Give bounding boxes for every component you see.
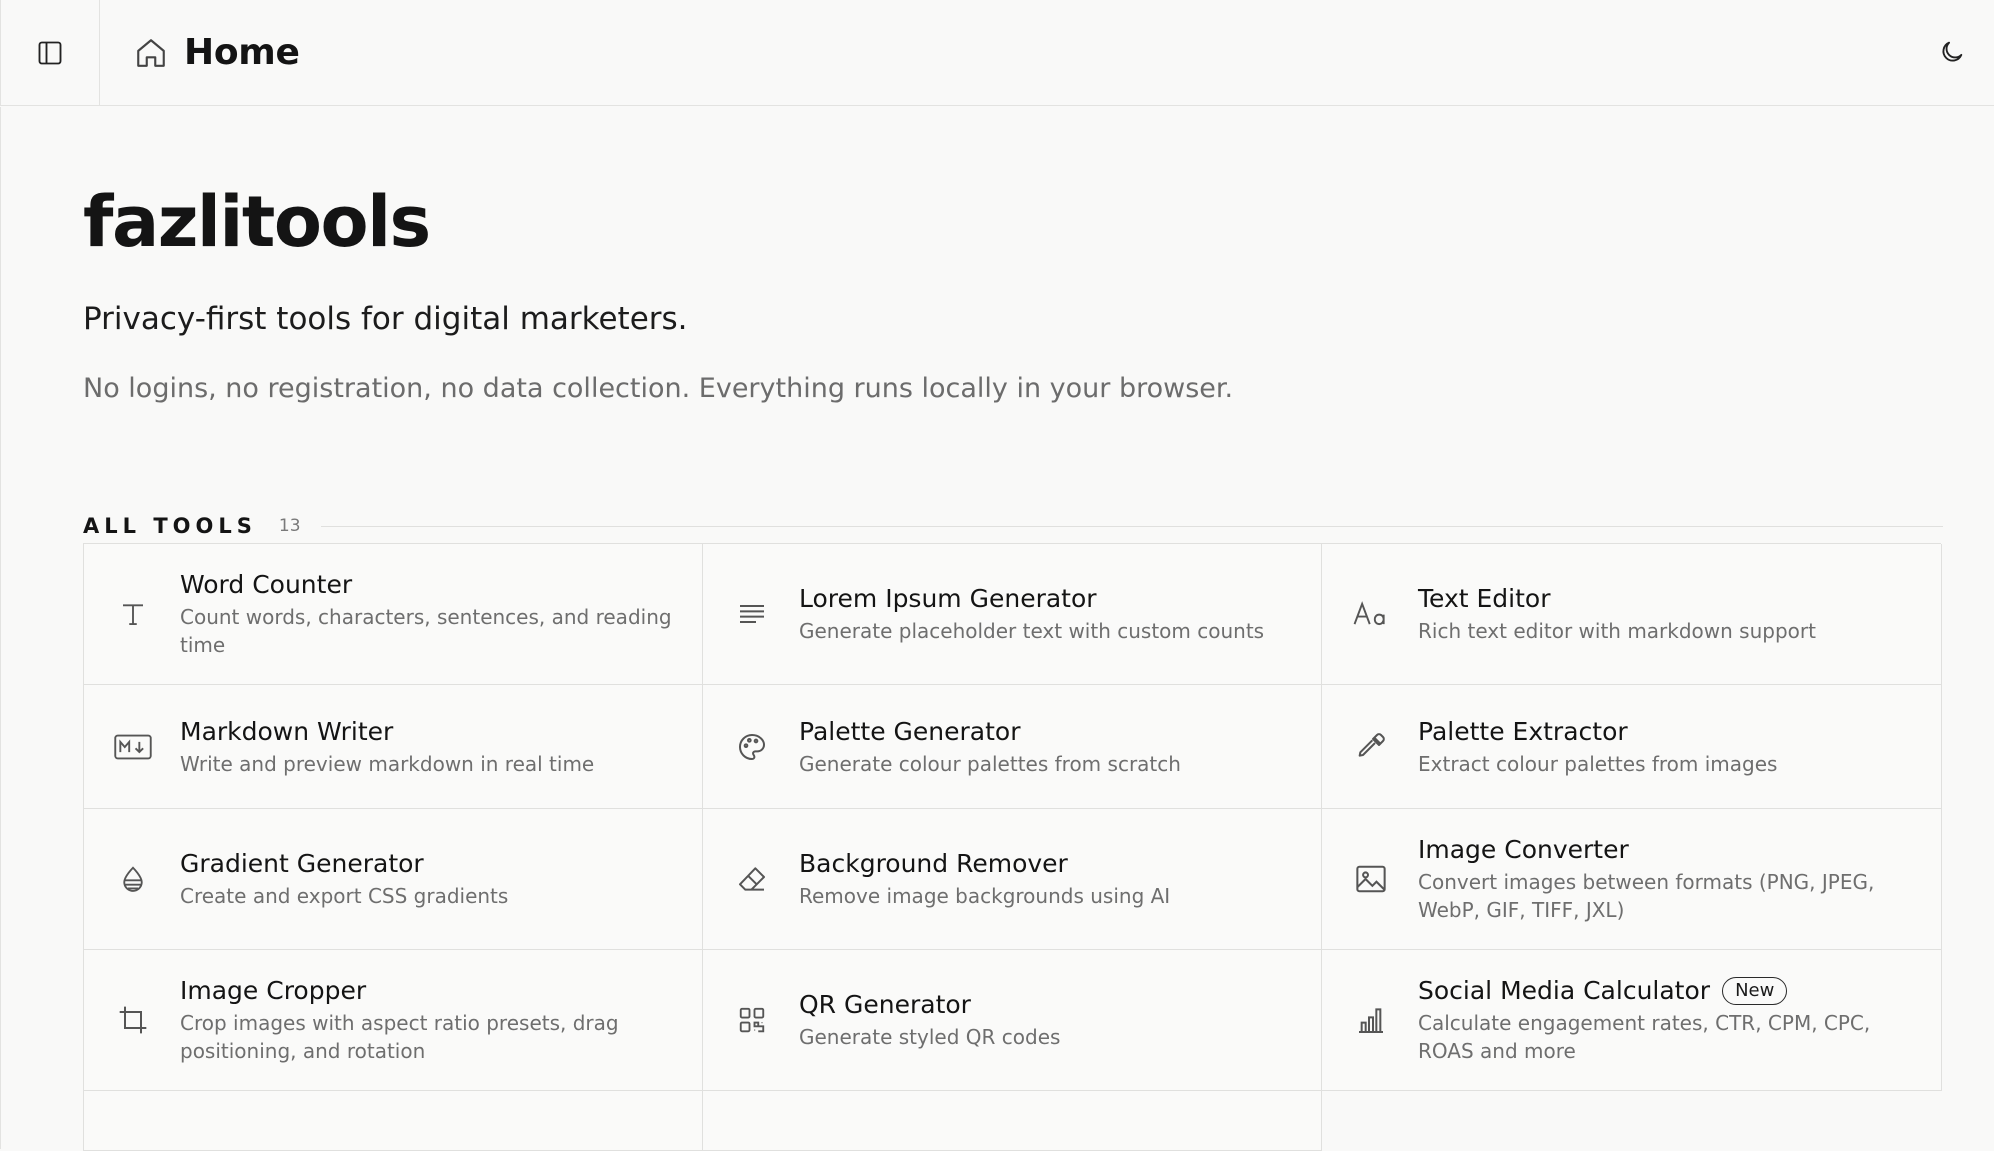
top-bar: Home: [0, 0, 1994, 106]
tool-name: Lorem Ipsum Generator: [799, 584, 1097, 613]
tool-name: QR Generator: [799, 990, 971, 1019]
tool-description: Count words, characters, sentences, and …: [180, 605, 672, 657]
site-title: fazlitools: [83, 181, 431, 263]
section-label: ALL TOOLS: [83, 514, 257, 538]
breadcrumb: Home: [134, 32, 300, 73]
tool-description: Calculate engagement rates, CTR, CPM, CP…: [1418, 1011, 1871, 1063]
tool-card-empty: [703, 1091, 1322, 1151]
eraser-icon: [733, 860, 771, 898]
tool-card-text-editor[interactable]: Text Editor Rich text editor with markdow…: [1322, 544, 1942, 685]
tool-name: Image Cropper: [180, 976, 367, 1005]
tool-description: Extract colour palettes from images: [1418, 751, 1778, 776]
tool-card-image-converter[interactable]: Image Converter Convert images between fo…: [1322, 809, 1942, 950]
tool-name: Image Converter: [1418, 835, 1629, 864]
droplet-icon: [114, 860, 152, 898]
home-icon: [134, 36, 168, 70]
tool-name-row: Social Media Calculator New: [1418, 975, 1911, 1007]
tool-card-partial[interactable]: [84, 1091, 703, 1151]
tool-name: Social Media Calculator: [1418, 976, 1711, 1005]
tool-card-qr-generator[interactable]: QR Generator Generate styled QR codes: [703, 950, 1322, 1091]
tool-name: Palette Generator: [799, 716, 1021, 746]
tool-name: Markdown Writer: [180, 716, 394, 746]
main-content: fazlitools Privacy-first tools for digit…: [0, 107, 1994, 1151]
tool-card-social-media-calculator[interactable]: Social Media Calculator New Calculate en…: [1322, 950, 1942, 1091]
section-header: ALL TOOLS 13: [83, 511, 1943, 541]
image-icon: [1352, 860, 1390, 898]
tool-card-gradient-generator[interactable]: Gradient Generator Create and export CSS …: [84, 809, 703, 950]
eyedropper-icon: [1352, 728, 1390, 766]
tool-card-palette-extractor[interactable]: Palette Extractor Extract colour palettes…: [1322, 685, 1942, 809]
tool-name: Gradient Generator: [180, 849, 424, 878]
markdown-icon: [114, 728, 152, 766]
qr-code-icon: [733, 1001, 771, 1039]
crop-icon: [114, 1001, 152, 1039]
tool-description: Rich text editor with markdown support: [1418, 619, 1816, 643]
tool-name: Background Remover: [799, 849, 1068, 878]
tool-card-palette-generator[interactable]: Palette Generator Generate colour palette…: [703, 685, 1322, 809]
tool-card-background-remover[interactable]: Background Remover Remove image backgroun…: [703, 809, 1322, 950]
moon-icon: [1938, 38, 1966, 66]
tool-card-word-counter[interactable]: Word Counter Count words, characters, sen…: [84, 544, 703, 685]
tool-description: Create and export CSS gradients: [180, 884, 509, 908]
tool-description: Remove image backgrounds using AI: [799, 884, 1171, 908]
tools-grid: Word Counter Count words, characters, sen…: [83, 543, 1942, 1151]
privacy-note: No logins, no registration, no data coll…: [83, 373, 1234, 404]
tool-card-image-cropper[interactable]: Image Cropper Crop images with aspect rat…: [84, 950, 703, 1091]
tool-name: Word Counter: [180, 570, 353, 599]
text-lines-icon: [733, 595, 771, 633]
tool-card-markdown-writer[interactable]: Markdown Writer Write and preview markdow…: [84, 685, 703, 809]
tagline: Privacy-first tools for digital marketer…: [83, 301, 688, 337]
page-title: Home: [184, 32, 300, 73]
font-case-icon: [1352, 595, 1390, 633]
type-icon: [114, 595, 152, 633]
tool-description: Generate styled QR codes: [799, 1025, 1061, 1049]
tool-description: Convert images between formats (PNG, JPE…: [1418, 870, 1875, 922]
sidebar-toggle-button[interactable]: [1, 0, 100, 105]
bar-chart-icon: [1352, 1001, 1390, 1039]
sidebar-panel-icon: [36, 39, 64, 67]
divider: [320, 525, 1943, 527]
tool-card-lorem-ipsum[interactable]: Lorem Ipsum Generator Generate placeholde…: [703, 544, 1322, 685]
tool-description: Generate placeholder text with custom co…: [799, 619, 1265, 643]
new-badge: New: [1722, 977, 1788, 1005]
theme-toggle-button[interactable]: [1932, 32, 1972, 72]
tool-description: Crop images with aspect ratio presets, d…: [180, 1011, 619, 1063]
tool-name: Palette Extractor: [1418, 716, 1628, 746]
tool-count: 13: [278, 516, 301, 536]
tool-description: Write and preview markdown in real time: [180, 751, 595, 776]
palette-icon: [733, 728, 771, 766]
tool-name: Text Editor: [1418, 584, 1551, 613]
tool-description: Generate colour palettes from scratch: [799, 751, 1181, 776]
